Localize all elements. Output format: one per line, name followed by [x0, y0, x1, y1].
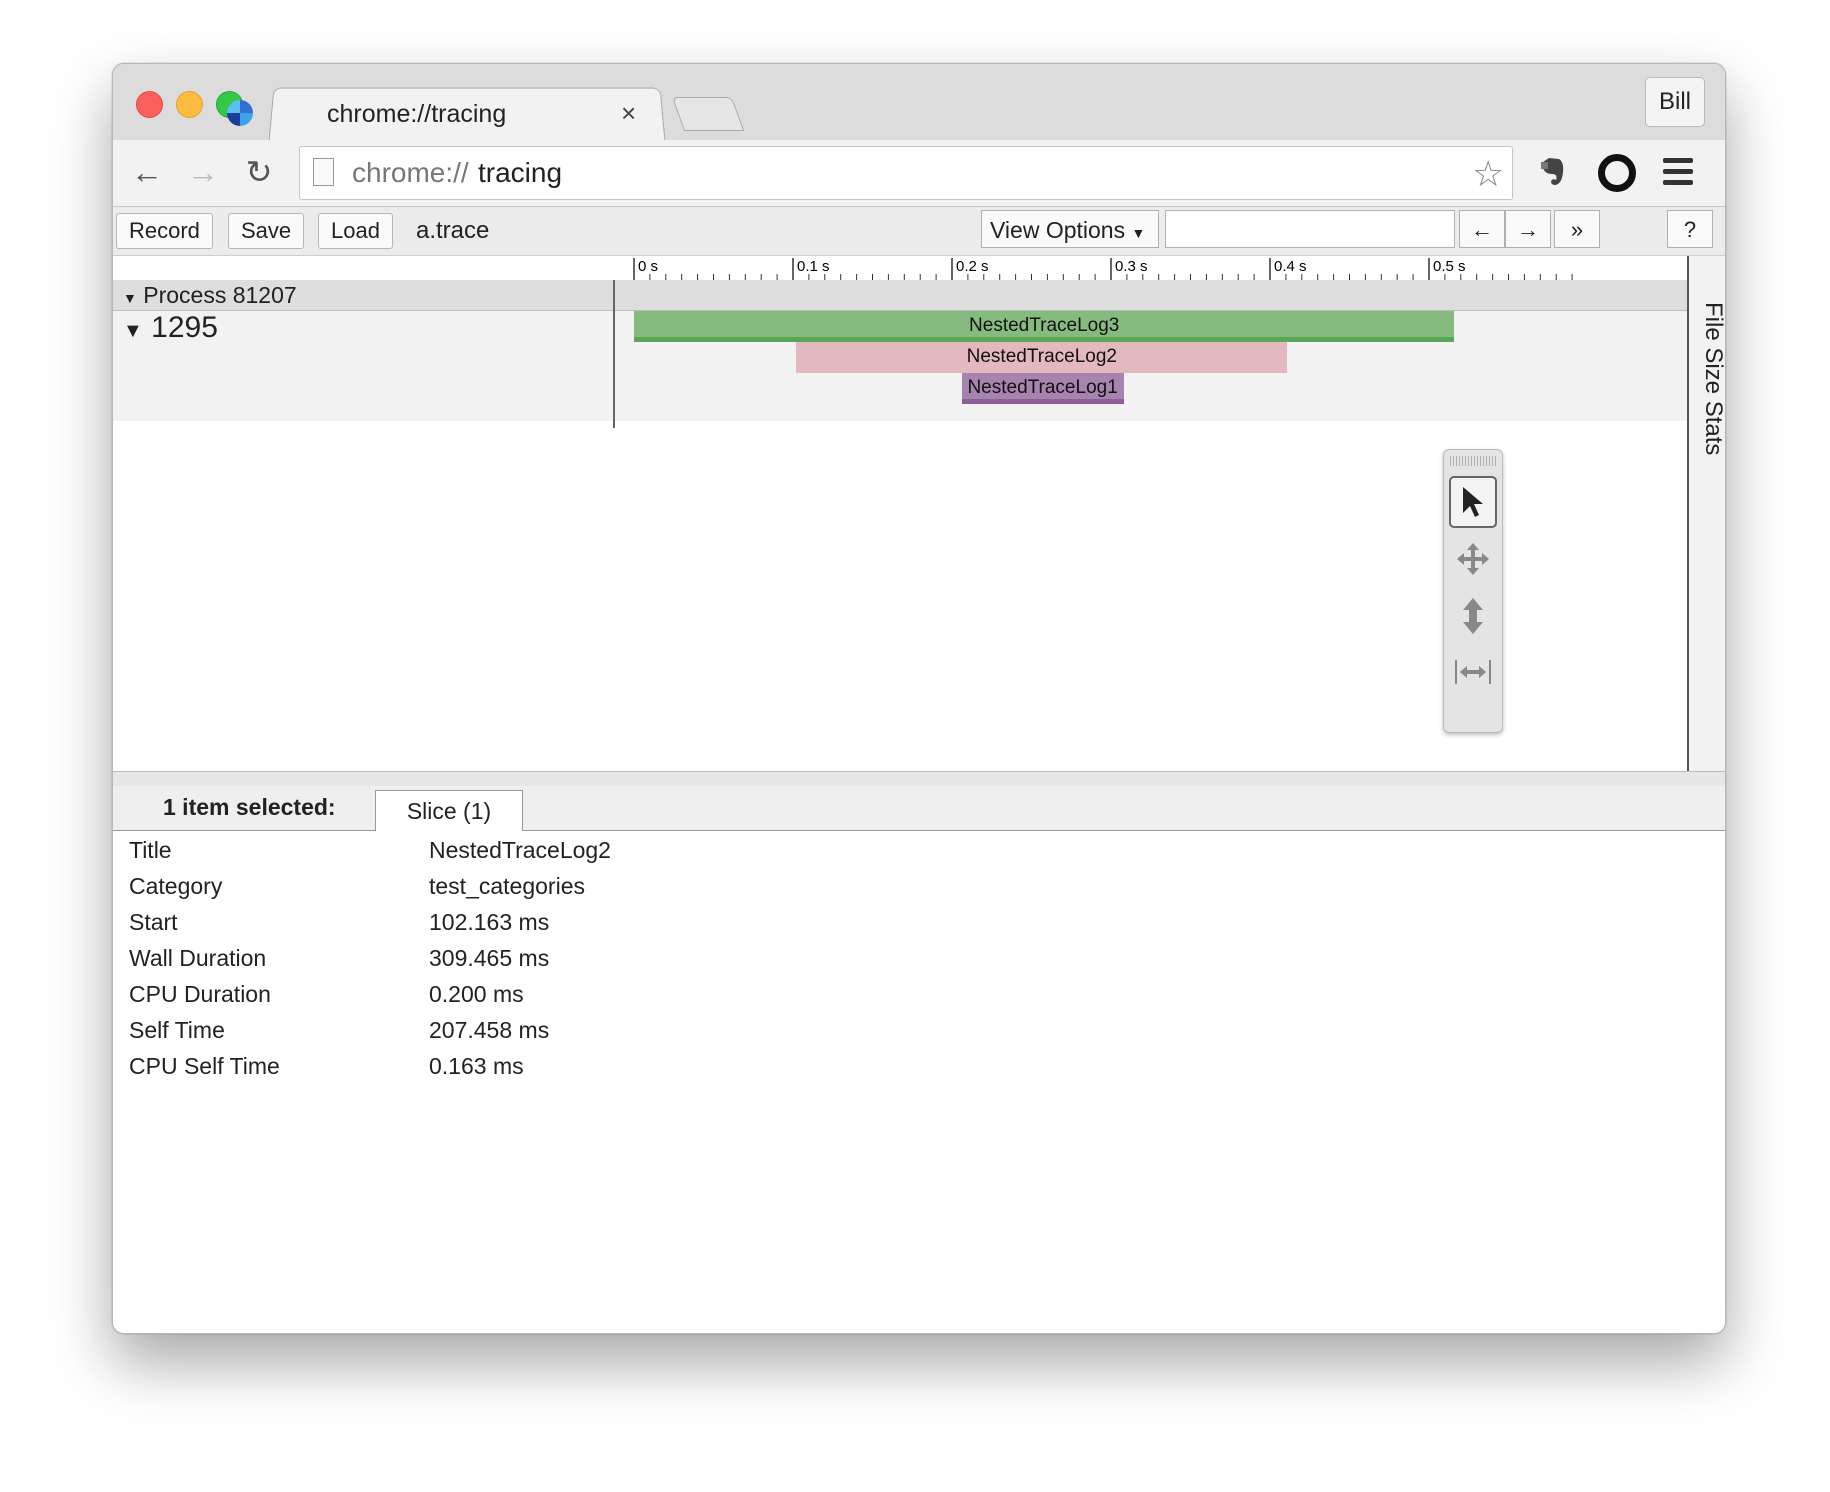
browser-toolbar: ← → ↻ chrome:// tracing ☆: [113, 140, 1725, 207]
selection-mode-button[interactable]: [1449, 476, 1497, 528]
detail-row: CPU Self Time 0.163 ms: [129, 1053, 1029, 1089]
cursor-arrow-icon: [1463, 487, 1483, 517]
ruler-ticks: 0 s 0.1 s 0.2 s 0.3 s 0.4 s 0.5 s: [633, 258, 1573, 280]
drag-handle[interactable]: [1450, 456, 1496, 466]
timing-mode-button[interactable]: [1449, 646, 1497, 698]
detail-value: test_categories: [429, 873, 585, 899]
ruler-tick-label: 0.5 s: [1433, 258, 1466, 275]
side-panel-label: File Size Stats: [1700, 302, 1726, 456]
record-button[interactable]: Record: [116, 213, 213, 249]
vertical-arrows-icon: [1463, 598, 1483, 634]
trace-slice[interactable]: NestedTraceLog1: [961, 373, 1124, 404]
save-button[interactable]: Save: [228, 213, 305, 249]
detail-value: NestedTraceLog2: [429, 837, 611, 863]
detail-key: Wall Duration: [129, 945, 267, 971]
analysis-header: 1 item selected: Slice (1): [113, 786, 1725, 831]
menu-icon[interactable]: [1663, 158, 1693, 186]
evernote-extension-icon[interactable]: [1537, 156, 1567, 188]
close-window-button[interactable]: [136, 91, 163, 118]
ruler-tick-label: 0 s: [638, 258, 658, 275]
panel-splitter[interactable]: [113, 771, 1725, 787]
selection-count-label: 1 item selected:: [163, 794, 336, 820]
file-size-stats-panel[interactable]: File Size Stats: [1687, 256, 1726, 771]
detail-row: Wall Duration 309.465 ms: [129, 945, 1029, 981]
time-ruler: 0 s 0.1 s 0.2 s 0.3 s 0.4 s 0.5 s: [613, 256, 1687, 281]
page-icon: [313, 158, 334, 186]
tab-strip: chrome://tracing × Bill: [113, 64, 1725, 143]
caret-down-icon[interactable]: ▼: [123, 320, 143, 342]
url-host: tracing: [478, 157, 563, 188]
thread-track[interactable]: ▼ 1295 NestedTraceLog3 NestedTraceLog2 Nes…: [113, 311, 1687, 421]
profile-button[interactable]: Bill: [1645, 77, 1705, 127]
mouse-mode-selector[interactable]: [1443, 449, 1503, 733]
address-bar[interactable]: chrome:// tracing ☆: [299, 146, 1513, 200]
tracing-toolbar: Record Save Load a.trace View Options ▼ …: [113, 207, 1725, 256]
detail-value: 309.465 ms: [429, 945, 550, 971]
minimize-window-button[interactable]: [176, 91, 203, 118]
slice-details: Title NestedTraceLog2 Category test_categor…: [113, 831, 1725, 1333]
forward-icon[interactable]: →: [183, 152, 223, 192]
trace-filename: a.trace: [416, 217, 490, 244]
process-label: ▼ Process 81207: [123, 282, 297, 309]
process-row[interactable]: ▼ Process 81207: [113, 280, 1687, 311]
detail-value: 207.458 ms: [429, 1017, 550, 1043]
detail-row: Self Time 207.458 ms: [129, 1017, 1029, 1053]
search-input[interactable]: [1165, 210, 1455, 248]
pan-mode-button[interactable]: [1449, 533, 1497, 585]
tab-title: chrome://tracing: [327, 100, 507, 128]
timeline-view[interactable]: 0 s 0.1 s 0.2 s 0.3 s 0.4 s 0.5 s ▼ Process 8…: [113, 256, 1687, 771]
new-tab-button[interactable]: [671, 97, 745, 131]
more-options-button[interactable]: »: [1554, 210, 1600, 248]
detail-key: CPU Self Time: [129, 1053, 280, 1079]
thread-label: ▼ 1295: [123, 311, 218, 345]
move-arrows-icon: [1457, 543, 1489, 575]
slice-container: NestedTraceLog3 NestedTraceLog2 NestedTrac…: [634, 311, 1687, 421]
url-scheme: chrome://: [352, 157, 469, 188]
tab-close-icon[interactable]: ×: [621, 98, 636, 129]
trace-slice[interactable]: NestedTraceLog3: [634, 311, 1455, 342]
chevron-down-icon: ▼: [1131, 225, 1146, 241]
thread-id: 1295: [151, 311, 218, 344]
detail-key: Title: [129, 837, 172, 863]
bookmark-star-icon[interactable]: ☆: [1472, 153, 1504, 195]
back-icon[interactable]: ←: [127, 152, 167, 192]
reload-icon[interactable]: ↻: [239, 152, 279, 192]
detail-key: Start: [129, 909, 178, 935]
view-options-label: View Options: [990, 217, 1126, 243]
detail-row: CPU Duration 0.200 ms: [129, 981, 1029, 1017]
help-button[interactable]: ?: [1667, 210, 1713, 248]
detail-value: 0.163 ms: [429, 1053, 524, 1079]
caret-down-icon[interactable]: ▼: [123, 290, 137, 306]
detail-row: Category test_categories: [129, 873, 1029, 909]
detail-value: 0.200 ms: [429, 981, 524, 1007]
detail-row: Start 102.163 ms: [129, 909, 1029, 945]
trace-slice[interactable]: NestedTraceLog2: [796, 342, 1288, 373]
load-button[interactable]: Load: [318, 213, 393, 249]
opera-extension-icon[interactable]: [1598, 154, 1636, 192]
chrome-favicon-icon: [227, 100, 253, 126]
ruler-tick-label: 0.3 s: [1115, 258, 1148, 275]
browser-window: chrome://tracing × Bill ← → ↻ chrome:// …: [112, 63, 1726, 1334]
ruler-tick-label: 0.4 s: [1274, 258, 1307, 275]
detail-key: CPU Duration: [129, 981, 271, 1007]
ruler-tick-label: 0.1 s: [797, 258, 830, 275]
find-previous-button[interactable]: ←: [1459, 210, 1505, 248]
track-divider: [613, 280, 615, 445]
detail-row: Title NestedTraceLog2: [129, 837, 1029, 873]
ruler-tick-label: 0.2 s: [956, 258, 989, 275]
detail-value: 102.163 ms: [429, 909, 550, 935]
fit-width-icon: [1455, 660, 1491, 684]
detail-key: Category: [129, 873, 223, 899]
process-name: Process 81207: [143, 282, 297, 308]
detail-key: Self Time: [129, 1017, 225, 1043]
zoom-mode-button[interactable]: [1449, 590, 1497, 642]
view-options-dropdown[interactable]: View Options ▼: [981, 210, 1159, 248]
tab-slice[interactable]: Slice (1): [375, 790, 523, 831]
find-next-button[interactable]: →: [1505, 210, 1551, 248]
